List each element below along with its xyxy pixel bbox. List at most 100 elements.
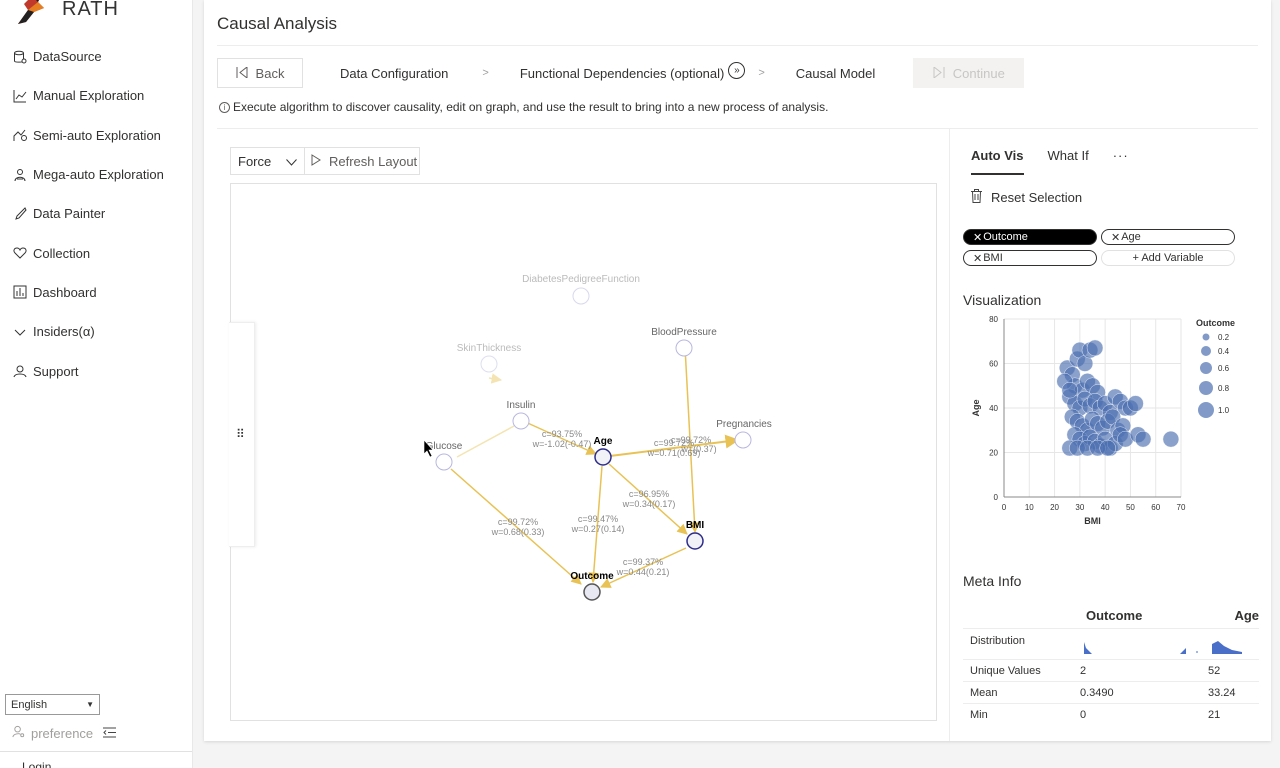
x-axis-label: BMI — [1084, 516, 1101, 526]
graph-node-diabetespedigreefunction[interactable] — [572, 287, 590, 305]
legend-label: 0.8 — [1218, 384, 1230, 393]
add-variable-button[interactable]: + Add Variable — [1101, 250, 1235, 266]
layout-select[interactable]: Force — [230, 147, 305, 175]
sidebar-item-label: DataSource — [33, 49, 102, 65]
chip-age[interactable]: ✕ Age — [1101, 229, 1235, 245]
step-causal-model[interactable]: Causal Model — [796, 66, 876, 81]
scatter-point — [1086, 339, 1104, 357]
tab-auto-vis[interactable]: Auto Vis — [971, 145, 1024, 175]
refresh-layout-button[interactable]: Refresh Layout — [305, 147, 420, 175]
row-label: Mean — [970, 686, 998, 699]
y-tick-label: 40 — [989, 404, 998, 413]
collapse-menu-icon[interactable] — [103, 726, 117, 741]
legend-label: 0.2 — [1218, 333, 1230, 342]
graph-node-skinthickness[interactable] — [480, 355, 498, 373]
graph-node-insulin[interactable] — [512, 412, 530, 430]
reset-selection-button[interactable]: Reset Selection — [971, 189, 1082, 206]
sidebar-item-label: Semi-auto Exploration — [33, 127, 161, 143]
legend-title: Outcome — [1196, 318, 1235, 328]
fast-forward-icon[interactable]: » — [728, 61, 746, 79]
step-data-configuration[interactable]: Data Configuration — [340, 66, 448, 81]
graph-node-bmi[interactable] — [686, 532, 704, 550]
causal-graph-canvas[interactable]: DiabetesPedigreeFunction BloodPressure S… — [230, 183, 937, 721]
meta-header: Outcome Age — [963, 603, 1259, 629]
graph-node-bloodpressure[interactable] — [675, 339, 693, 357]
sidebar-item-label: Mega-auto Exploration — [33, 167, 164, 183]
chip-bmi[interactable]: ✕ BMI — [963, 250, 1097, 266]
scatter-chart[interactable]: 0 10 20 30 40 50 60 70 0 20 40 60 80 BMI Age Outcome 0.2… — [963, 310, 1253, 530]
legend-symbol — [1199, 381, 1213, 395]
edge-label: w=(0.37) — [680, 444, 716, 454]
x-tick-label: 60 — [1151, 503, 1160, 512]
sidebar-item-data-painter[interactable]: Data Painter — [0, 194, 192, 233]
graph-node-outcome[interactable] — [583, 583, 601, 601]
login-link[interactable]: Login — [22, 760, 51, 768]
tab-what-if[interactable]: What If — [1048, 145, 1089, 175]
scatter-point — [1127, 395, 1144, 412]
preference-row[interactable]: preference — [12, 725, 117, 741]
variable-chips: ✕ Outcome ✕ Age ✕ BMI + Add Variable — [963, 229, 1238, 266]
back-button[interactable]: Back — [217, 58, 303, 88]
scatter-point — [1134, 430, 1152, 448]
graph-node-pregnancies[interactable] — [734, 431, 752, 449]
x-tick-label: 30 — [1075, 503, 1084, 512]
cell-value: 52 — [1208, 664, 1221, 677]
sidebar-item-label: Data Painter — [33, 206, 106, 222]
y-tick-label: 60 — [989, 360, 998, 369]
right-tabs: Auto Vis What If ··· — [971, 145, 1153, 175]
divider — [217, 128, 1258, 129]
node-label: DiabetesPedigreeFunction — [522, 274, 640, 285]
node-label: Pregnancies — [716, 419, 772, 430]
legend-symbol — [1202, 333, 1210, 341]
user-icon — [12, 364, 27, 379]
chip-outcome[interactable]: ✕ Outcome — [963, 229, 1097, 245]
graph-toolbar: Force Refresh Layout — [230, 147, 420, 175]
sidebar-item-manual-exploration[interactable]: Manual Exploration — [0, 76, 192, 115]
graph-node-age[interactable] — [594, 448, 612, 466]
edge-label: c=96.95% — [629, 489, 669, 499]
language-value: English — [11, 698, 48, 711]
user-settings-icon — [12, 725, 25, 741]
cell-value: 0 — [1080, 709, 1087, 721]
app-logo[interactable]: RATH — [14, 0, 119, 26]
sidebar-item-mega-auto-exploration[interactable]: Mega-auto Exploration — [0, 155, 192, 194]
meta-info-title: Meta Info — [963, 573, 1022, 589]
continue-button[interactable]: Continue — [913, 58, 1025, 88]
scatter-point — [1099, 439, 1116, 457]
divider — [217, 45, 1258, 46]
step-separator: > — [482, 67, 489, 79]
language-select[interactable]: English ▼ — [5, 694, 100, 715]
sidebar: RATH DataSource Manual Exploration Semi-… — [0, 0, 193, 768]
skip-forward-icon — [933, 65, 945, 81]
distribution-bar — [1084, 641, 1092, 654]
close-icon[interactable]: ✕ — [973, 252, 982, 265]
row-label: Distribution — [970, 635, 1026, 647]
chevron-down-icon — [12, 324, 27, 339]
sidebar-item-support[interactable]: Support — [0, 351, 192, 390]
legend-symbol — [1200, 362, 1212, 374]
sidebar-item-collection[interactable]: Collection — [0, 233, 192, 272]
step-functional-dependencies[interactable]: Functional Dependencies (optional) — [520, 66, 725, 81]
drag-handle-icon[interactable]: ⠿ — [236, 427, 245, 441]
chip-label: BMI — [983, 252, 1003, 264]
close-icon[interactable]: ✕ — [1111, 231, 1120, 244]
more-tabs-button[interactable]: ··· — [1113, 145, 1129, 175]
legend-label: 1.0 — [1218, 406, 1230, 415]
sidebar-item-semi-auto-exploration[interactable]: Semi-auto Exploration — [0, 116, 192, 155]
robot-icon — [12, 167, 27, 182]
x-tick-label: 50 — [1126, 503, 1135, 512]
table-row: Mean 0.3490 33.24 — [963, 682, 1259, 704]
column-header: Outcome — [1086, 608, 1143, 623]
sidebar-item-insiders[interactable]: Insiders(α) — [0, 312, 192, 351]
node-label: SkinThickness — [457, 343, 521, 354]
continue-label: Continue — [952, 65, 1005, 81]
dropdown-arrow-icon: ▼ — [86, 700, 94, 709]
edge-label: w=0.44(0.21) — [616, 567, 670, 577]
sidebar-item-dashboard[interactable]: Dashboard — [0, 273, 192, 312]
close-icon[interactable]: ✕ — [973, 231, 982, 244]
node-label: Glucose — [426, 441, 463, 452]
meta-info-table: Outcome Age Distribution Unique Values 2… — [963, 603, 1259, 726]
x-tick-label: 20 — [1050, 503, 1059, 512]
sidebar-item-datasource[interactable]: DataSource — [0, 37, 192, 76]
graph-node-glucose[interactable] — [435, 453, 453, 471]
